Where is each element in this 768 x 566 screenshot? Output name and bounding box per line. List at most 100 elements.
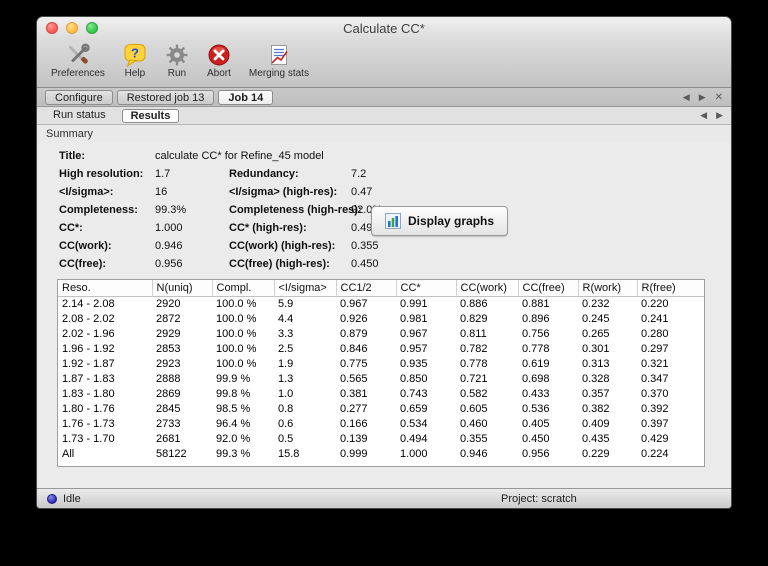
table-cell: 92.0 % (216, 432, 251, 445)
title-bar[interactable]: Calculate CC* (37, 17, 731, 39)
table-cell: 2681 (156, 432, 181, 445)
tab-restored-job-13[interactable]: Restored job 13 (116, 89, 215, 105)
table-cell: 0.265 (582, 327, 610, 340)
toolbar-button-help[interactable]: ? Help (117, 42, 153, 80)
tab-configure[interactable]: Configure (45, 89, 113, 105)
close-window-icon[interactable] (46, 22, 58, 34)
summary-label: CC* (high-res): (229, 222, 307, 234)
table-row[interactable]: 1.96 - 1.92 2853 100.0 % 2.5 0.846 0.957 0.782… (58, 341, 704, 356)
table-cell: 0.967 (400, 327, 428, 340)
toolbar-button-abort[interactable]: Abort (201, 42, 237, 80)
summary-label: High resolution: (59, 168, 144, 180)
section-label: Summary (46, 127, 94, 140)
table-row[interactable]: 2.14 - 2.08 2920 100.0 % 5.9 0.967 0.991 0.886… (58, 296, 704, 311)
table-cell: 0.957 (400, 342, 428, 355)
table-header-cc[interactable]: CC* (396, 280, 457, 297)
summary-label: Completeness (high-res): (229, 204, 362, 216)
table-row[interactable]: 1.87 - 1.83 2888 99.9 % 1.3 0.565 0.850 0.721 0… (58, 371, 704, 386)
table-cell: 5.9 (278, 297, 294, 310)
table-header-r-work[interactable]: R(work) (578, 280, 638, 297)
table-cell: 0.881 (522, 297, 550, 310)
toolbar-button-run[interactable]: Run (159, 42, 195, 80)
table-header-r-free[interactable]: R(free) (637, 280, 704, 297)
table-header-compl[interactable]: Compl. (212, 280, 275, 297)
table-header-cc-work[interactable]: CC(work) (456, 280, 519, 297)
abort-icon (207, 43, 231, 67)
table-cell: 0.534 (400, 417, 428, 430)
subtab-bar: Run status Results ◀ ▶ (37, 107, 731, 125)
table-cell: 0.460 (460, 417, 488, 430)
table-cell: 2872 (156, 312, 181, 325)
tab-job-14[interactable]: Job 14 (218, 89, 274, 105)
table-row[interactable]: 1.73 - 1.70 2681 92.0 % 0.5 0.139 0.494 0.355 0… (58, 431, 704, 446)
table-cell: 100.0 % (216, 357, 257, 370)
toolbar-button-label: Abort (206, 68, 231, 79)
tab-next-button[interactable]: ▶ (699, 92, 706, 103)
table-cell: 1.3 (278, 372, 294, 385)
toolbar-button-label: Run (167, 68, 187, 79)
table-cell: 0.5 (278, 432, 294, 445)
table-cell: 2929 (156, 327, 181, 340)
toolbar-button-merging-stats[interactable]: Merging stats (243, 42, 315, 80)
summary-label: CC(free) (high-res): (229, 258, 330, 270)
table-cell: 0.280 (641, 327, 669, 340)
toolbar-button-preferences[interactable]: Preferences (45, 42, 111, 80)
summary-label (229, 150, 351, 162)
table-header-n-uniq[interactable]: N(uniq) (152, 280, 213, 297)
summary-value: 99.3% (155, 204, 187, 216)
table-row[interactable]: 2.08 - 2.02 2872 100.0 % 4.4 0.926 0.981 0.829… (58, 311, 704, 326)
table-header-cc1-2[interactable]: CC1/2 (336, 280, 397, 297)
subtab-list: Run status Results (45, 108, 180, 123)
table-cell: 0.229 (582, 447, 610, 460)
table-row[interactable]: 1.83 - 1.80 2869 99.8 % 1.0 0.381 0.743 0.582 0… (58, 386, 704, 401)
table-header-i-sigma[interactable]: <I/sigma> (274, 280, 337, 297)
table-cell: 4.4 (278, 312, 294, 325)
summary-label: CC(work) (high-res): (229, 240, 336, 252)
table-cell: 0.846 (340, 342, 368, 355)
tab-close-button[interactable]: ✕ (715, 92, 723, 103)
table-row[interactable]: 1.92 - 1.87 2923 100.0 % 1.9 0.775 0.935 0.778… (58, 356, 704, 371)
tab-prev-button[interactable]: ◀ (683, 92, 690, 103)
zoom-window-icon[interactable] (86, 22, 98, 34)
subtab-nav: ◀ ▶ (700, 110, 723, 121)
table-cell: 2.5 (278, 342, 294, 355)
subtab-prev-button[interactable]: ◀ (700, 110, 707, 121)
summary-label: <I/sigma>: (59, 186, 114, 198)
table-cell: 0.224 (641, 447, 669, 460)
table-cell: 0.935 (400, 357, 428, 370)
display-graphs-button[interactable]: Display graphs (371, 206, 509, 236)
summary-value: 0.956 (155, 258, 183, 270)
minimize-window-icon[interactable] (66, 22, 78, 34)
table-row[interactable]: 2.02 - 1.96 2929 100.0 % 3.3 0.879 0.967 0.811… (58, 326, 704, 341)
table-cell: 0.397 (641, 417, 669, 430)
help-icon: ? (123, 43, 147, 67)
table-cell: 0.277 (340, 402, 368, 415)
table-row[interactable]: 1.80 - 1.76 2845 98.5 % 0.8 0.277 0.659 0.605 0… (58, 401, 704, 416)
subtab-next-button[interactable]: ▶ (716, 110, 723, 121)
table-row[interactable]: All 58122 99.3 % 15.8 0.999 1.000 0.946 0.956 0.… (58, 446, 704, 461)
table-body: 2.14 - 2.08 2920 100.0 % 5.9 0.967 0.991 0.886… (58, 296, 704, 461)
table-row[interactable]: 1.76 - 1.73 2733 96.4 % 0.6 0.166 0.534 0.460 0… (58, 416, 704, 431)
table-cell: 2853 (156, 342, 181, 355)
subtab-run-status[interactable]: Run status (45, 109, 114, 123)
table-cell: 0.956 (522, 447, 550, 460)
summary-label: CC(work): (59, 240, 112, 252)
table-cell: 100.0 % (216, 327, 257, 340)
window-title: Calculate CC* (343, 20, 425, 36)
table-cell: 99.8 % (216, 387, 251, 400)
tab-nav: ◀ ▶ ✕ (683, 92, 723, 103)
svg-text:?: ? (131, 46, 139, 61)
summary-label: Title: (59, 150, 86, 162)
statistics-table: Reso. N(uniq) Compl. <I/sigma> CC1/2 CC* CC(wo… (58, 280, 704, 461)
summary-value: 0.47 (351, 186, 373, 198)
table-cell: 0.392 (641, 402, 669, 415)
table-header-cc-free[interactable]: CC(free) (518, 280, 579, 297)
table-cell: 100.0 % (216, 312, 257, 325)
table-cell: 0.220 (641, 297, 669, 310)
toolbar-button-label: Preferences (51, 68, 105, 79)
subtab-results[interactable]: Results (121, 108, 180, 123)
results-panel: Title: calculate CC* for Refine_45 model H… (37, 142, 731, 488)
statistics-table-container: Reso. N(uniq) Compl. <I/sigma> CC1/2 CC* CC(wo… (57, 279, 705, 467)
table-header-reso[interactable]: Reso. (58, 280, 153, 297)
table-cell: 15.8 (278, 447, 300, 460)
